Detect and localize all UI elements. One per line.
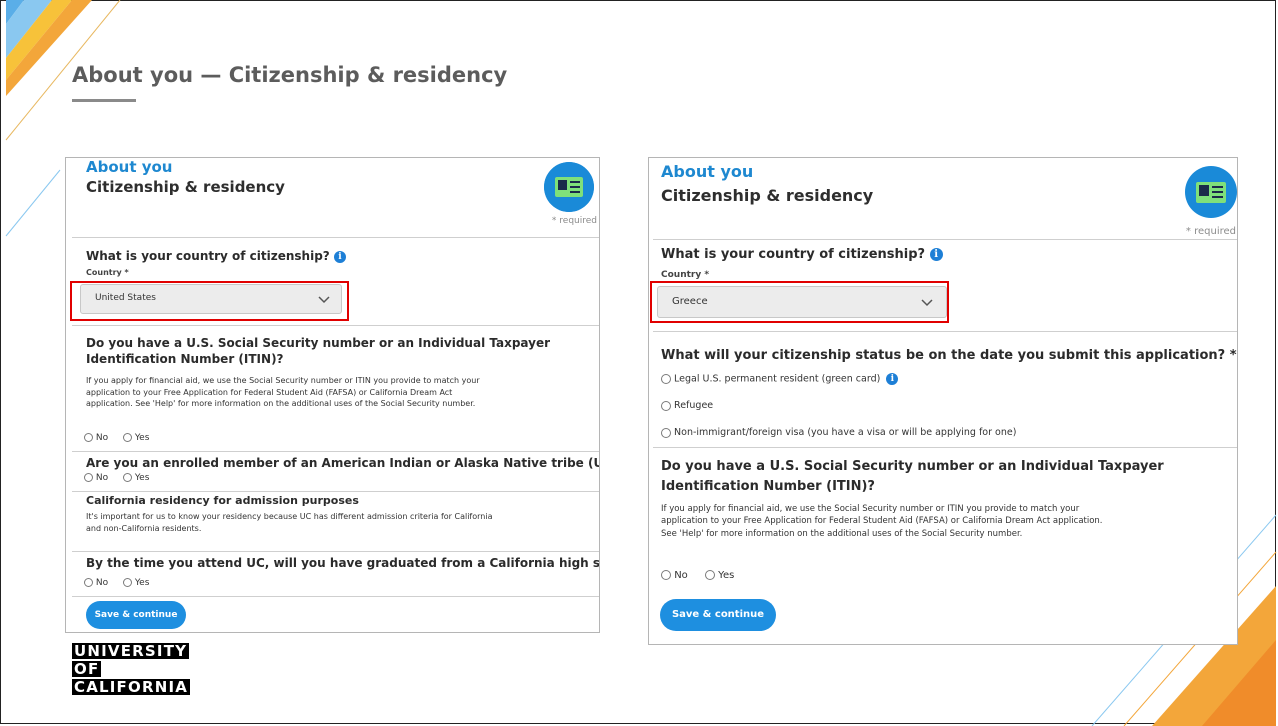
title-underline [72, 99, 136, 102]
info-icon[interactable]: i [929, 248, 943, 261]
radio-option-no[interactable]: No [84, 473, 108, 483]
country-question: What is your country of citizenship? i [661, 246, 943, 264]
divider [653, 447, 1237, 448]
radio-icon[interactable] [661, 400, 671, 411]
status-option-1[interactable]: Refugee [661, 400, 713, 411]
country-question-text: What is your country of citizenship? [86, 249, 330, 263]
ssn-question: Do you have a U.S. Social Security numbe… [86, 336, 551, 367]
ssn-question: Do you have a U.S. Social Security numbe… [661, 459, 1164, 494]
graduated-question: By the time you attend UC, will you have… [86, 555, 600, 571]
status-option-2[interactable]: Non-immigrant/foreign visa (you have a v… [661, 427, 1016, 438]
logo-line: UNIVERSITY [72, 642, 190, 660]
radio-option-no[interactable]: No [84, 433, 108, 443]
radio-icon[interactable] [84, 433, 93, 442]
divider [653, 239, 1237, 240]
form-panel-right: About you Citizenship & residency * requ… [648, 157, 1238, 645]
divider [653, 331, 1237, 332]
radio-option-yes[interactable]: Yes [123, 578, 149, 588]
save-continue-button[interactable]: Save & continue [660, 599, 776, 631]
section-title: About you [86, 158, 173, 176]
radio-icon[interactable] [123, 473, 132, 482]
ssn-help-text: If you apply for financial aid, we use t… [86, 376, 480, 409]
required-note: * required [1185, 226, 1236, 237]
country-label: Country * [86, 268, 129, 277]
id-card-icon [1185, 166, 1237, 218]
divider [72, 596, 599, 597]
radio-option-yes[interactable]: Yes [123, 473, 149, 483]
page-subtitle: Citizenship & residency [661, 186, 874, 205]
divider [72, 491, 599, 492]
radio-icon[interactable] [661, 374, 671, 384]
form-panel-left: About you Citizenship & residency * requ… [65, 157, 600, 633]
required-note: * required [551, 216, 597, 226]
logo-line: CALIFORNIA [72, 678, 191, 696]
radio-icon[interactable] [661, 570, 671, 580]
info-icon[interactable]: i [886, 373, 899, 385]
radio-icon[interactable] [704, 570, 715, 580]
divider [72, 451, 599, 452]
radio-icon[interactable] [84, 473, 93, 482]
radio-icon[interactable] [661, 427, 671, 438]
graduated-question-text: By the time you attend UC, will you have… [86, 556, 600, 570]
ssn-radio-group: No Yes [661, 570, 734, 581]
page-subtitle: Citizenship & residency [86, 178, 285, 196]
radio-icon[interactable] [84, 578, 93, 587]
logo-line: OF [72, 660, 102, 678]
residency-help-text: It's important for us to know your resid… [86, 512, 493, 533]
divider [72, 237, 599, 238]
country-label: Country * [661, 270, 710, 280]
radio-option-yes[interactable]: Yes [123, 433, 149, 443]
radio-option-yes[interactable]: Yes [704, 570, 734, 581]
info-icon[interactable]: i [333, 250, 346, 263]
slide-title: About you — Citizenship & residency [72, 63, 508, 87]
residency-heading: California residency for admission purpo… [86, 494, 359, 507]
university-of-california-logo: UNIVERSITY OF CALIFORNIA [72, 642, 191, 697]
radio-icon[interactable] [123, 578, 132, 587]
country-question-text: What is your country of citizenship? [661, 247, 926, 262]
radio-icon[interactable] [123, 433, 132, 442]
graduated-radio-group: No Yes [84, 578, 149, 588]
status-question: What will your citizenship status be on … [661, 348, 1237, 363]
divider [72, 325, 599, 326]
ssn-radio-group: No Yes [84, 433, 149, 443]
radio-option-no[interactable]: No [661, 570, 688, 581]
status-option-0[interactable]: Legal U.S. permanent resident (green car… [661, 373, 899, 385]
highlight-box [70, 281, 349, 321]
tribe-question: Are you an enrolled member of an America… [86, 456, 600, 470]
divider [72, 551, 599, 552]
id-card-icon [544, 162, 594, 212]
tribe-radio-group: No Yes [84, 451, 149, 483]
section-title: About you [661, 162, 754, 181]
highlight-box [650, 281, 949, 323]
country-question: What is your country of citizenship? i [86, 248, 346, 264]
radio-option-no[interactable]: No [84, 578, 108, 588]
save-continue-button[interactable]: Save & continue [86, 601, 186, 629]
ssn-help-text: If you apply for financial aid, we use t… [661, 504, 1103, 539]
